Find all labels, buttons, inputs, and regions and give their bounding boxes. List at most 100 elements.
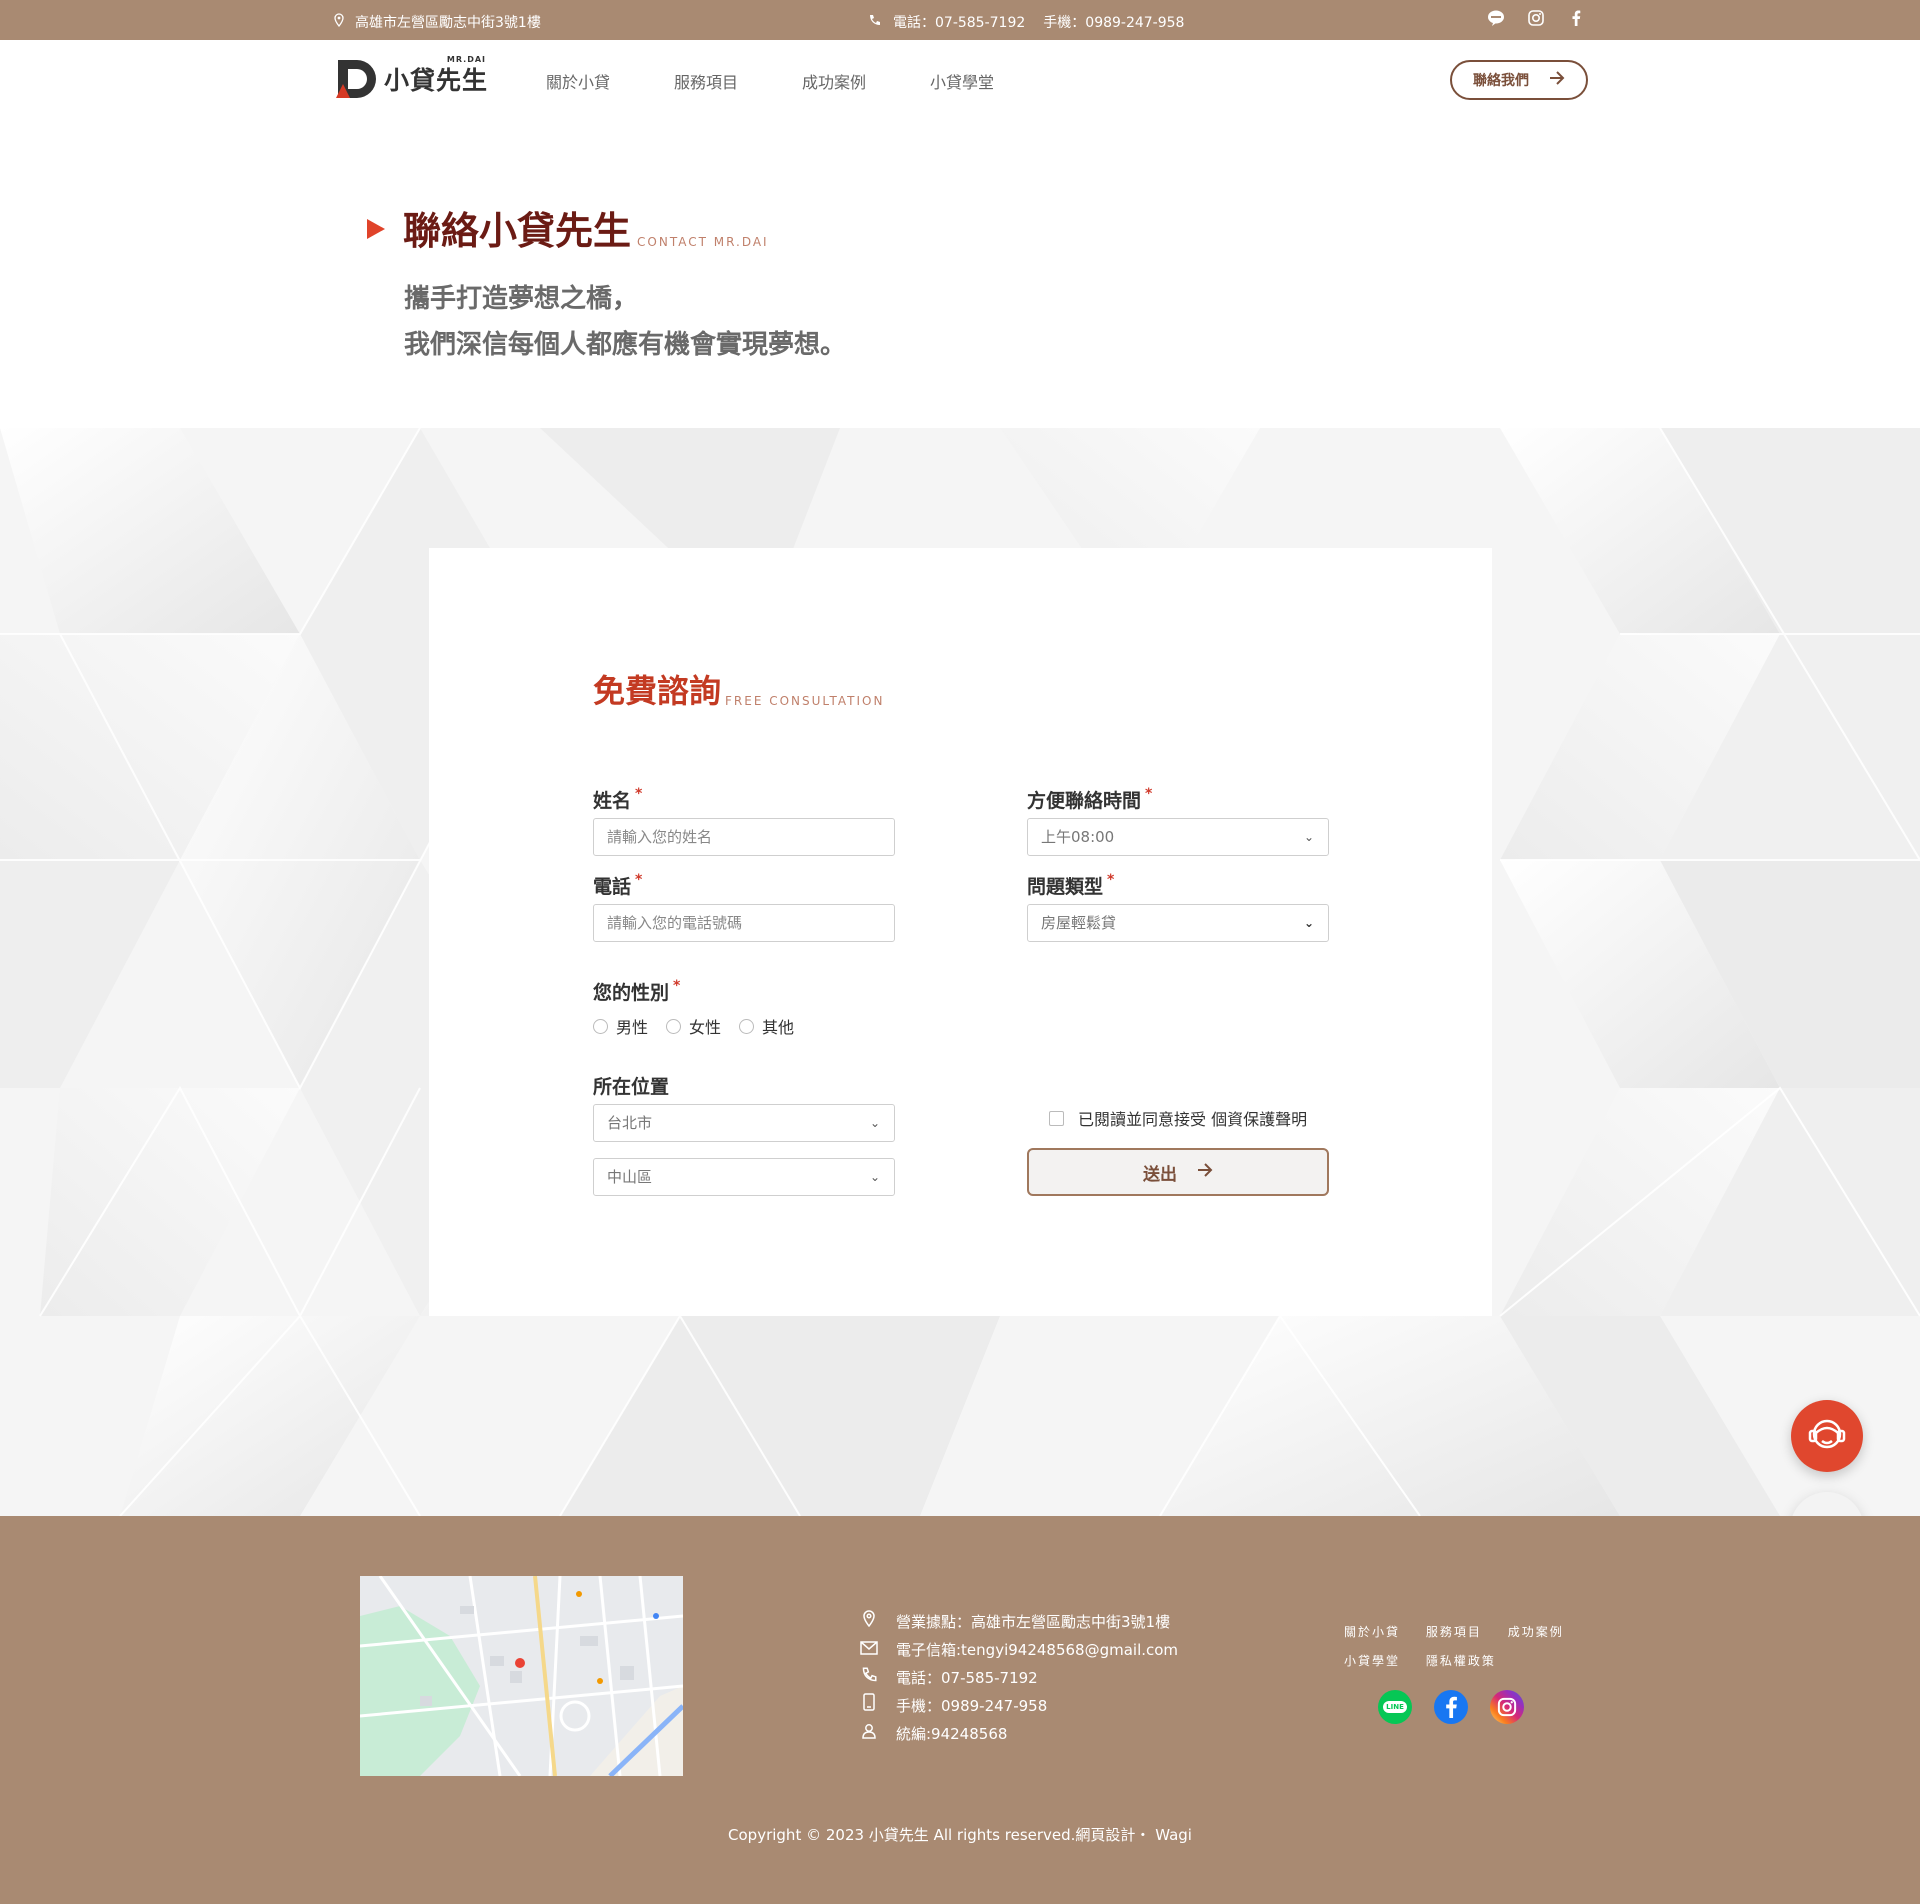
district-select[interactable]: 中山區 ⌄ bbox=[593, 1158, 895, 1196]
footer-phone[interactable]: 電話：07-585-7192 bbox=[896, 1664, 1038, 1692]
required-mark: * bbox=[1107, 872, 1115, 888]
footer-link-privacy[interactable]: 隱私權政策 bbox=[1426, 1654, 1496, 1668]
arrow-right-icon bbox=[1549, 71, 1565, 89]
question-type-label: 問題類型 * bbox=[1027, 872, 1115, 898]
question-type-value: 房屋輕鬆貸 bbox=[1041, 914, 1117, 932]
line-badge-text: LINE bbox=[1383, 1701, 1407, 1713]
top-address: 高雄市左營區勵志中街3號1樓 bbox=[333, 12, 541, 32]
title-triangle-icon bbox=[367, 219, 385, 239]
line-icon[interactable] bbox=[1486, 10, 1506, 30]
required-mark: * bbox=[635, 786, 643, 802]
radio-button[interactable] bbox=[593, 1018, 608, 1034]
contact-us-button[interactable]: 聯絡我們 bbox=[1450, 60, 1588, 100]
main-nav: 關於小貸 服務項目 成功案例 小貸學堂 bbox=[546, 69, 994, 93]
name-input[interactable] bbox=[593, 818, 895, 856]
nav-item-services[interactable]: 服務項目 bbox=[674, 69, 738, 93]
logo-mark-icon bbox=[336, 60, 378, 98]
phone-label: 電話 * bbox=[593, 872, 643, 898]
copyright-text: Copyright © 2023 小貸先生 All rights reserve… bbox=[728, 1826, 1192, 1844]
contact-time-select[interactable]: 上午08:00 ⌄ bbox=[1027, 818, 1329, 856]
page-subtitle: CONTACT MR.DAI bbox=[637, 235, 769, 249]
footer-address: 營業據點：高雄市左營區勵志中街3號1樓 bbox=[896, 1613, 1171, 1631]
form-subtitle: FREE CONSULTATION bbox=[725, 694, 885, 708]
facebook-icon[interactable] bbox=[1566, 10, 1586, 30]
logo-small-text: MR.DAI bbox=[446, 55, 487, 64]
gender-option-male[interactable]: 男性 bbox=[593, 1014, 648, 1038]
agree-text[interactable]: 已閱讀並同意接受 個資保護聲明 bbox=[1078, 1106, 1307, 1130]
required-mark: * bbox=[1145, 786, 1153, 802]
footer-address-row: 營業據點：高雄市左營區勵志中街3號1樓 bbox=[860, 1608, 1178, 1636]
nav-item-academy[interactable]: 小貸學堂 bbox=[930, 69, 994, 93]
chevron-down-icon: ⌄ bbox=[869, 1116, 880, 1130]
footer-link-about[interactable]: 關於小貸 bbox=[1344, 1625, 1400, 1639]
chevron-down-icon: ⌄ bbox=[1303, 916, 1314, 930]
support-agent-icon bbox=[1804, 1411, 1850, 1461]
top-phone-text[interactable]: 電話：07-585-7192 bbox=[893, 12, 1025, 32]
footer-tax-id: 統編:94248568 bbox=[896, 1725, 1008, 1743]
footer-phone-row: 電話：07-585-7192 bbox=[860, 1664, 1178, 1692]
mail-icon bbox=[860, 1636, 878, 1664]
logo-text: 小貸先生 bbox=[384, 66, 489, 95]
agree-checkbox[interactable] bbox=[1049, 1110, 1064, 1126]
top-phones: 電話：07-585-7192 手機：0989-247-958 bbox=[868, 12, 1184, 32]
footer-link-academy[interactable]: 小貸學堂 bbox=[1344, 1654, 1400, 1668]
instagram-icon[interactable] bbox=[1526, 10, 1546, 30]
form-title: 免費諮詢 bbox=[593, 672, 722, 710]
facebook-icon[interactable] bbox=[1434, 1690, 1468, 1724]
phone-icon bbox=[860, 1664, 878, 1692]
top-bar: 高雄市左營區勵志中街3號1樓 電話：07-585-7192 手機：0989-24… bbox=[0, 0, 1920, 40]
name-label: 姓名 * bbox=[593, 786, 643, 812]
footer: 營業據點：高雄市左營區勵志中街3號1樓 電子信箱:tengyi94248568@… bbox=[0, 1516, 1920, 1904]
instagram-icon[interactable] bbox=[1490, 1690, 1524, 1724]
city-value: 台北市 bbox=[607, 1114, 653, 1132]
required-mark: * bbox=[673, 978, 681, 994]
gender-radio-group: 男性 女性 其他 bbox=[593, 1014, 794, 1038]
location-pin-icon bbox=[860, 1608, 878, 1636]
hero-line-1: 攜手打造夢想之橋， bbox=[404, 284, 639, 314]
line-icon[interactable]: LINE bbox=[1378, 1690, 1412, 1724]
footer-links: 關於小貸 服務項目 成功案例 小貸學堂 隱私權政策 bbox=[1344, 1618, 1584, 1676]
footer-social-links: LINE bbox=[1378, 1690, 1524, 1724]
gender-option-other[interactable]: 其他 bbox=[739, 1014, 794, 1038]
page-title: 聯絡小貸先生 bbox=[403, 209, 632, 253]
submit-label: 送出 bbox=[1143, 1164, 1177, 1185]
nav-item-cases[interactable]: 成功案例 bbox=[802, 69, 866, 93]
city-select[interactable]: 台北市 ⌄ bbox=[593, 1104, 895, 1142]
footer-link-services[interactable]: 服務項目 bbox=[1426, 1625, 1482, 1639]
contact-time-label: 方便聯絡時間 * bbox=[1027, 786, 1153, 812]
question-type-select[interactable]: 房屋輕鬆貸 ⌄ bbox=[1027, 904, 1329, 942]
footer-contact-info: 營業據點：高雄市左營區勵志中街3號1樓 電子信箱:tengyi94248568@… bbox=[860, 1608, 1178, 1748]
privacy-agree[interactable]: 已閱讀並同意接受 個資保護聲明 bbox=[1049, 1106, 1307, 1130]
site-logo[interactable]: 小貸先生 MR.DAI bbox=[336, 55, 489, 98]
chevron-down-icon: ⌄ bbox=[1303, 830, 1314, 844]
gender-option-female[interactable]: 女性 bbox=[666, 1014, 721, 1038]
top-social-links bbox=[1486, 10, 1586, 30]
phone-input[interactable] bbox=[593, 904, 895, 942]
customer-service-button[interactable] bbox=[1791, 1400, 1863, 1472]
submit-button[interactable]: 送出 bbox=[1027, 1148, 1329, 1196]
consultation-form-card bbox=[429, 548, 1492, 1316]
mobile-phone-icon bbox=[860, 1692, 878, 1720]
location-map[interactable] bbox=[360, 1576, 683, 1776]
contact-us-label: 聯絡我們 bbox=[1473, 73, 1529, 89]
chevron-down-icon: ⌄ bbox=[869, 1170, 880, 1184]
hero-text: 攜手打造夢想之橋， 我們深信每個人都應有機會實現夢想。 bbox=[404, 276, 846, 368]
radio-button[interactable] bbox=[739, 1018, 755, 1034]
location-pin-icon bbox=[333, 13, 345, 31]
footer-mobile-row: 手機：0989-247-958 bbox=[860, 1692, 1178, 1720]
radio-button[interactable] bbox=[666, 1018, 682, 1034]
footer-link-cases[interactable]: 成功案例 bbox=[1508, 1625, 1564, 1639]
phone-icon bbox=[868, 14, 881, 31]
footer-email[interactable]: 電子信箱:tengyi94248568@gmail.com bbox=[896, 1636, 1178, 1664]
top-mobile-text[interactable]: 手機：0989-247-958 bbox=[1043, 12, 1184, 32]
footer-mobile[interactable]: 手機：0989-247-958 bbox=[896, 1692, 1047, 1720]
required-mark: * bbox=[635, 872, 643, 888]
footer-taxid-row: 統編:94248568 bbox=[860, 1720, 1178, 1748]
page-title-block: 聯絡小貸先生 CONTACT MR.DAI bbox=[367, 200, 769, 255]
hero-line-2: 我們深信每個人都應有機會實現夢想。 bbox=[404, 330, 847, 360]
user-icon bbox=[860, 1720, 878, 1748]
footer-email-row: 電子信箱:tengyi94248568@gmail.com bbox=[860, 1636, 1178, 1664]
nav-item-about[interactable]: 關於小貸 bbox=[546, 69, 610, 93]
top-address-text: 高雄市左營區勵志中街3號1樓 bbox=[355, 15, 541, 31]
arrow-right-icon bbox=[1197, 1162, 1213, 1182]
